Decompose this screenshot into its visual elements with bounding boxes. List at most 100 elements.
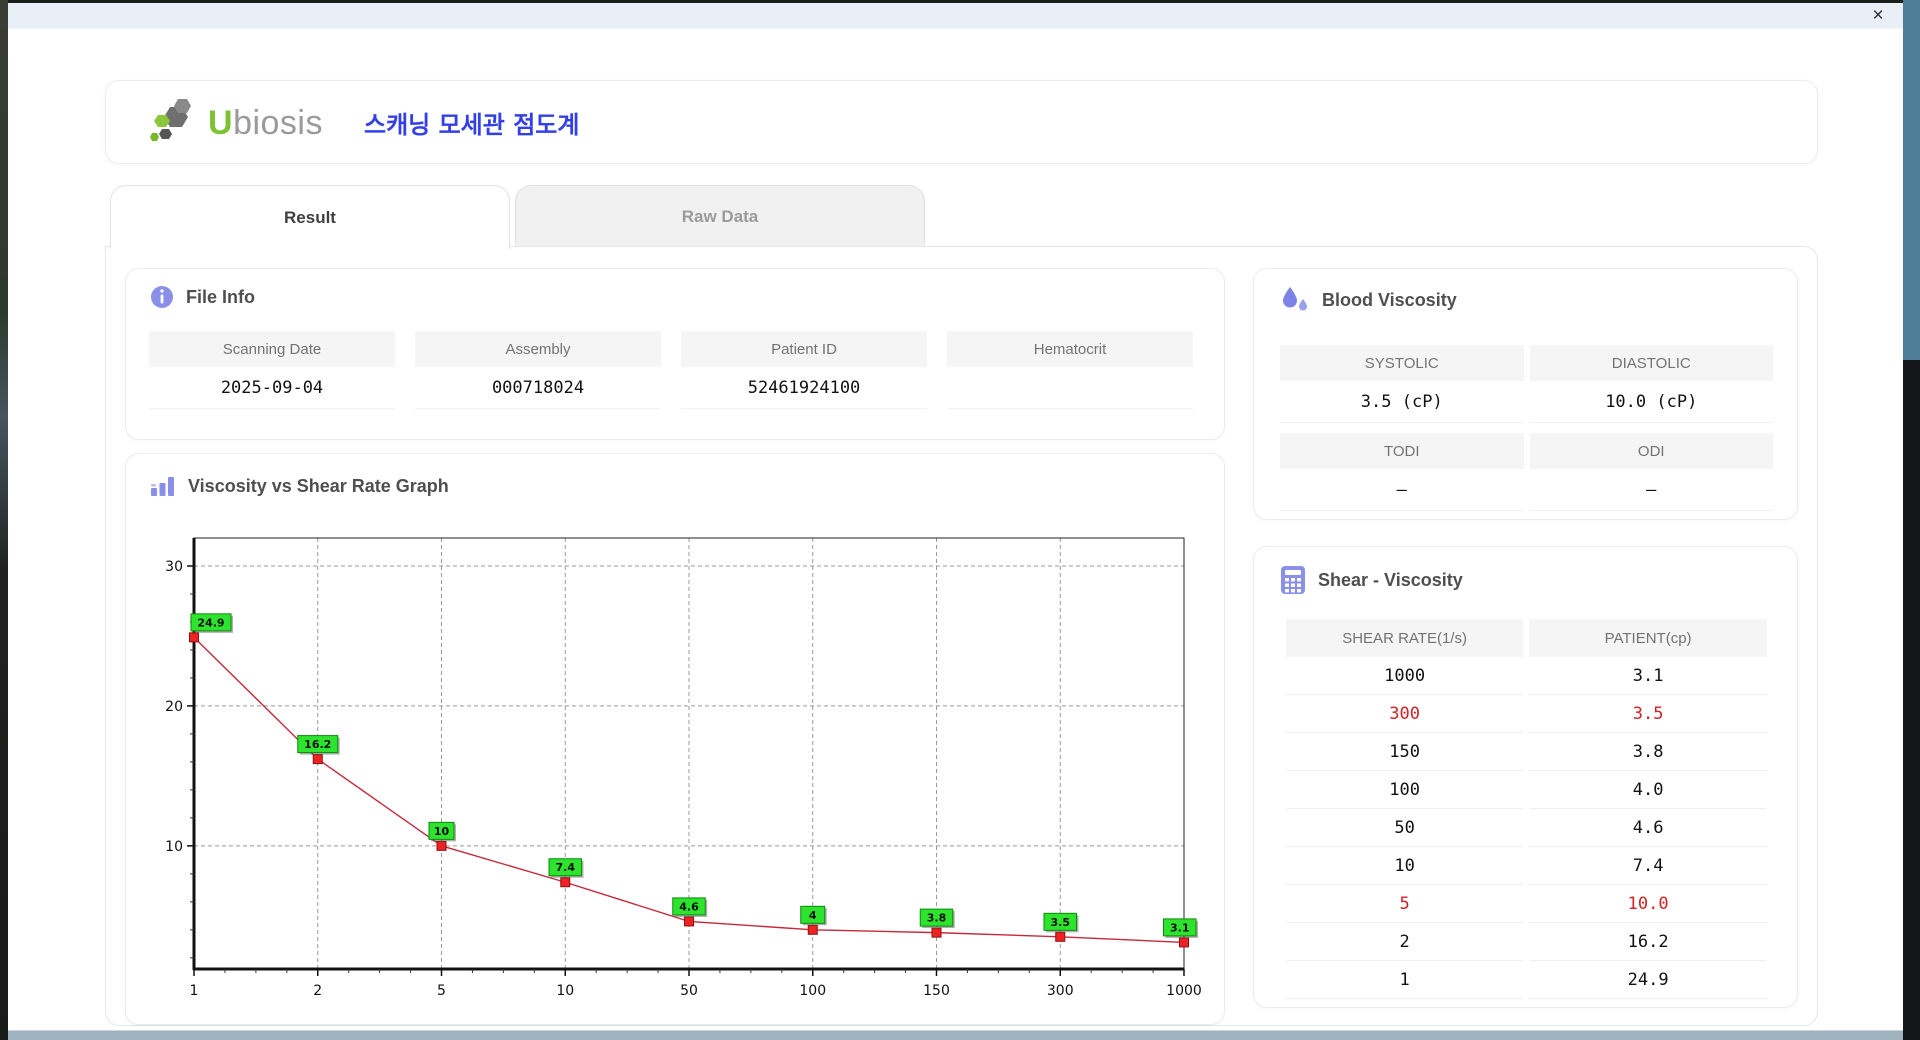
blood-viscosity-card: Blood Viscosity SYSTOLIC DIASTOLIC 3.5 (… (1253, 268, 1798, 520)
point-label-text: 3.1 (1170, 921, 1190, 934)
point-label-text: 4 (809, 909, 817, 922)
ubiosis-logo-text: Ubiosis (208, 104, 323, 143)
table-row: 100 4.0 (1286, 771, 1767, 809)
shear-rate-cell: 10 (1286, 847, 1524, 885)
shear-rate-cell: 1 (1286, 961, 1524, 999)
point-label-text: 24.9 (197, 616, 224, 629)
logo-letter-u: U (208, 103, 234, 142)
header-card: Ubiosis 스캐닝 모세관 점도계 (105, 80, 1818, 164)
tab-raw-data[interactable]: Raw Data (515, 185, 925, 247)
x-tick-label: 5 (437, 983, 446, 999)
shear-rate-cell: 2 (1286, 923, 1524, 961)
y-tick-label: 30 (165, 559, 183, 575)
odi-label: ODI (1529, 433, 1773, 469)
x-tick-label: 2 (313, 983, 322, 999)
patient-viscosity-cell: 3.1 (1529, 657, 1767, 695)
app-window: × Ubiosis 스캐닝 모세관 점도계 Result Raw Data Fi… (8, 3, 1903, 1030)
systolic-value: 3.5 (cP) (1280, 381, 1524, 423)
tab-result-label: Result (284, 207, 336, 227)
x-tick-label: 10 (556, 983, 574, 999)
viscosity-graph-card: Viscosity vs Shear Rate Graph 10 20 30 1 2 5 1… (125, 453, 1225, 1025)
patient-viscosity-cell: 4.6 (1529, 809, 1767, 847)
table-row: 1 24.9 (1286, 961, 1767, 999)
table-row: 1000 3.1 (1286, 657, 1767, 695)
patient-viscosity-cell: 24.9 (1529, 961, 1767, 999)
column-header-shear-rate: SHEAR RATE(1/s) (1286, 619, 1524, 657)
point-label-text: 7.4 (556, 861, 576, 874)
file-info-card: File Info Scanning Date 2025-09-04 Assem… (125, 268, 1225, 440)
field-label: Patient ID (681, 331, 927, 367)
table-row: 300 3.5 (1286, 695, 1767, 733)
x-tick-label: 100 (799, 983, 826, 999)
field-label: Hematocrit (947, 331, 1193, 367)
close-icon[interactable]: × (1867, 5, 1889, 27)
shear-viscosity-table: SHEAR RATE(1/s) PATIENT(cp) 1000 3.1 300 3.… (1280, 619, 1773, 999)
field-label: Assembly (415, 331, 661, 367)
field-value (947, 367, 1193, 409)
patient-viscosity-cell: 4.0 (1529, 771, 1767, 809)
point-label-text: 4.6 (679, 900, 699, 913)
bar-chart-icon (150, 474, 176, 498)
blood-viscosity-title: Blood Viscosity (1322, 289, 1457, 310)
field-value: 52461924100 (681, 367, 927, 409)
shear-rate-cell: 300 (1286, 695, 1524, 733)
patient-viscosity-cell: 3.8 (1529, 733, 1767, 771)
desktop-edge-left (0, 0, 8, 1040)
table-row: 2 16.2 (1286, 923, 1767, 961)
blood-drops-icon (1280, 285, 1310, 315)
field-scanning-date: Scanning Date 2025-09-04 (149, 331, 395, 409)
tab-raw-data-label: Raw Data (681, 206, 759, 226)
todi-label: TODI (1280, 433, 1524, 469)
ubiosis-logo-icon (150, 99, 191, 141)
title-bar: × (8, 3, 1903, 29)
table-row: 10 7.4 (1286, 847, 1767, 885)
shear-viscosity-title: Shear - Viscosity (1318, 569, 1463, 590)
point-label-text: 16.2 (304, 738, 331, 751)
shear-rate-cell: 5 (1286, 885, 1524, 923)
patient-viscosity-cell: 7.4 (1529, 847, 1767, 885)
shear-viscosity-card: Shear - Viscosity SHEAR RATE(1/s) PATIEN… (1253, 546, 1798, 1008)
todi-value: – (1280, 469, 1524, 511)
x-tick-label: 50 (680, 983, 698, 999)
patient-viscosity-cell: 16.2 (1529, 923, 1767, 961)
shear-rate-cell: 1000 (1286, 657, 1524, 695)
point-label-text: 3.8 (927, 912, 947, 925)
shear-rate-cell: 50 (1286, 809, 1524, 847)
field-value: 000718024 (415, 367, 661, 409)
ubiosis-logo: Ubiosis (148, 99, 323, 147)
field-value: 2025-09-04 (149, 367, 395, 409)
y-tick-label: 20 (165, 699, 183, 715)
shear-rate-cell: 100 (1286, 771, 1524, 809)
file-info-fields: Scanning Date 2025-09-04 Assembly 000718… (149, 331, 1213, 409)
column-header-patient: PATIENT(cp) (1529, 619, 1767, 657)
shear-rate-cell: 150 (1286, 733, 1524, 771)
desktop-edge-right-top (1903, 0, 1920, 360)
point-label-text: 3.5 (1051, 916, 1071, 929)
point-label-text: 10 (434, 825, 450, 838)
logo-rest: biosis (233, 103, 323, 142)
odi-value: – (1529, 469, 1773, 511)
x-tick-label: 1000 (1166, 983, 1202, 999)
tab-result[interactable]: Result (110, 185, 510, 249)
x-tick-label: 300 (1047, 983, 1074, 999)
diastolic-value: 10.0 (cP) (1529, 381, 1773, 423)
patient-viscosity-cell: 10.0 (1529, 885, 1767, 923)
app-title-korean: 스캐닝 모세관 점도계 (364, 111, 580, 139)
window-bottom-border (8, 1030, 1903, 1040)
field-patient-id: Patient ID 52461924100 (681, 331, 927, 409)
field-hematocrit: Hematocrit (947, 331, 1193, 409)
calculator-icon (1280, 565, 1306, 595)
y-tick-label: 10 (165, 839, 183, 855)
systolic-label: SYSTOLIC (1280, 345, 1524, 381)
diastolic-label: DIASTOLIC (1529, 345, 1773, 381)
table-row: 5 10.0 (1286, 885, 1767, 923)
table-row: 50 4.6 (1286, 809, 1767, 847)
desktop-edge-right-bottom (1903, 360, 1920, 1040)
x-tick-label: 150 (923, 983, 950, 999)
field-label: Scanning Date (149, 331, 395, 367)
field-assembly: Assembly 000718024 (415, 331, 661, 409)
x-tick-label: 1 (190, 983, 199, 999)
viscosity-shear-chart: 10 20 30 1 2 5 10 50 100 150 300 1000 24.9 16.2 10 7.4 4… (165, 537, 1202, 999)
file-info-title: File Info (186, 286, 255, 307)
blood-viscosity-grid: SYSTOLIC DIASTOLIC 3.5 (cP) 10.0 (cP) TO… (1280, 345, 1773, 511)
